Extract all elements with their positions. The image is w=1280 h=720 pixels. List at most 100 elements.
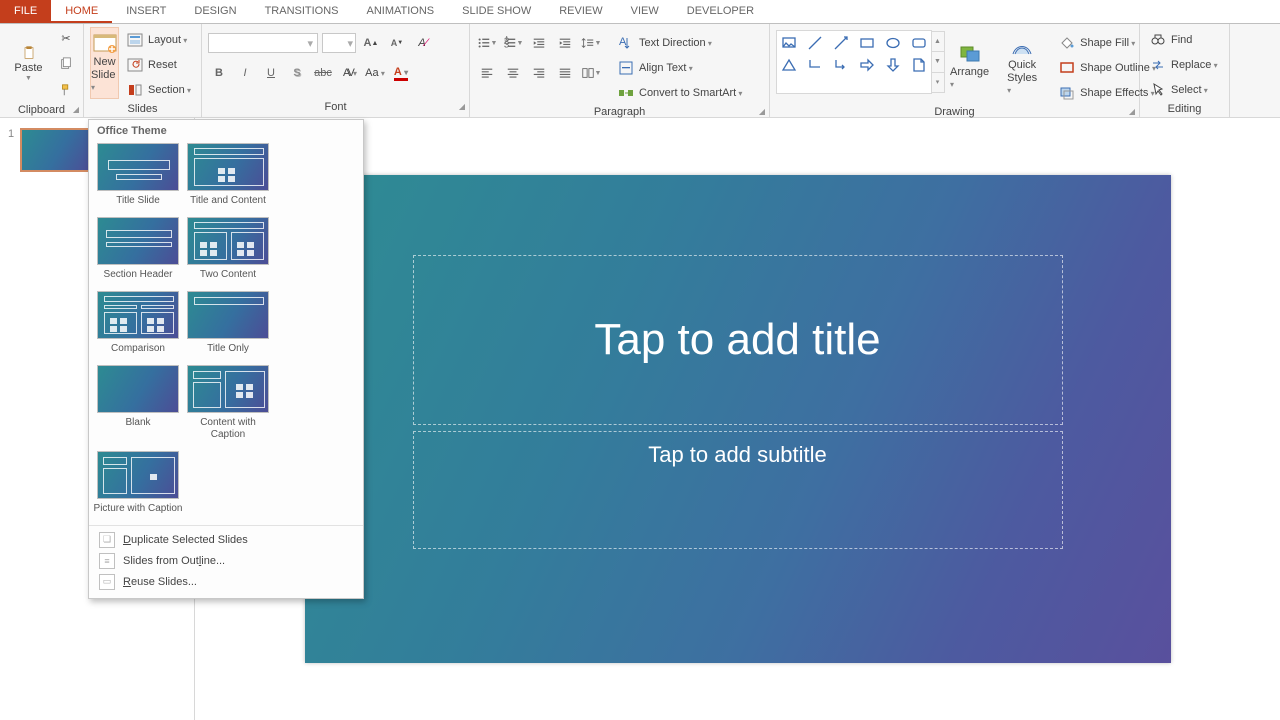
pen-icon: [1059, 60, 1075, 76]
decrease-font-button[interactable]: A▼: [386, 32, 408, 54]
title-placeholder[interactable]: Tap to add title: [413, 255, 1063, 425]
new-slide-button[interactable]: New Slide: [90, 27, 119, 99]
shape-rect-icon[interactable]: [859, 35, 875, 51]
paste-label: Paste: [14, 62, 42, 74]
layout-section-header[interactable]: Section Header: [93, 217, 183, 281]
reset-button[interactable]: Reset: [123, 54, 195, 75]
layout-title-only[interactable]: Title Only: [183, 291, 273, 355]
select-button[interactable]: Select: [1146, 79, 1222, 100]
tab-design[interactable]: DESIGN: [180, 0, 250, 23]
drawing-group-label: Drawing◢: [770, 106, 1139, 118]
reuse-slides-item[interactable]: ▭Reuse Slides...: [89, 571, 363, 592]
bullets-button[interactable]: ▼: [476, 32, 498, 54]
shapes-scroll[interactable]: ▲▼▾: [931, 31, 945, 93]
subtitle-placeholder[interactable]: Tap to add subtitle: [413, 431, 1063, 549]
layout-two-content[interactable]: Two Content: [183, 217, 273, 281]
copy-icon: [59, 57, 73, 71]
tab-view[interactable]: VIEW: [617, 0, 673, 23]
decrease-indent-button[interactable]: [528, 32, 550, 54]
paste-button[interactable]: Paste ▼: [6, 27, 51, 99]
increase-font-button[interactable]: A▲: [360, 32, 382, 54]
slide[interactable]: Tap to add title Tap to add subtitle: [305, 175, 1171, 663]
justify-button[interactable]: [554, 62, 576, 84]
quick-styles-button[interactable]: Quick Styles: [1007, 30, 1037, 102]
line-spacing-button[interactable]: ▼: [580, 32, 602, 54]
clipboard-launcher[interactable]: ◢: [73, 105, 79, 114]
new-slide-gallery: Office Theme Title Slide Title and Conte…: [88, 119, 364, 599]
font-size-combo[interactable]: ▾: [322, 33, 356, 53]
svg-text:3: 3: [503, 39, 508, 50]
section-icon: [127, 82, 143, 98]
text-direction-button[interactable]: AText Direction: [614, 32, 746, 53]
shape-roundrect-icon[interactable]: [911, 35, 927, 51]
tab-file[interactable]: FILE: [0, 0, 51, 23]
clear-formatting-button[interactable]: A⁄: [412, 32, 434, 54]
copy-button[interactable]: [55, 53, 77, 75]
format-painter-button[interactable]: [55, 79, 77, 101]
shape-arrowline-icon[interactable]: [833, 35, 849, 51]
layout-comparison[interactable]: Comparison: [93, 291, 183, 355]
tab-insert[interactable]: INSERT: [112, 0, 180, 23]
font-name-combo[interactable]: ▾: [208, 33, 318, 53]
tab-review[interactable]: REVIEW: [545, 0, 616, 23]
shape-line-icon[interactable]: [807, 35, 823, 51]
replace-button[interactable]: Replace: [1146, 54, 1222, 75]
tab-developer[interactable]: DEVELOPER: [673, 0, 768, 23]
align-text-button[interactable]: Align Text: [614, 57, 746, 78]
change-case-button[interactable]: Aa: [364, 62, 386, 84]
gallery-menu: ❏Duplicate Selected Slides ≡Slides from …: [89, 525, 363, 595]
section-button[interactable]: Section: [123, 79, 195, 100]
tab-slideshow[interactable]: SLIDE SHOW: [448, 0, 545, 23]
shape-elbow-arrow-icon[interactable]: [833, 57, 849, 73]
bold-button[interactable]: B: [208, 62, 230, 84]
align-left-button[interactable]: [476, 62, 498, 84]
duplicate-slides-item[interactable]: ❏Duplicate Selected Slides: [89, 529, 363, 550]
text-shadow-button[interactable]: S: [286, 62, 308, 84]
convert-smartart-button[interactable]: Convert to SmartArt: [614, 82, 746, 103]
brush-icon: [59, 83, 73, 97]
drawing-launcher[interactable]: ◢: [1129, 107, 1135, 116]
numbering-button[interactable]: 123▼: [502, 32, 524, 54]
thumbnail-preview: [20, 128, 92, 172]
scissors-icon: ✂: [61, 32, 70, 45]
char-spacing-button[interactable]: AV: [338, 62, 360, 84]
group-slides: New Slide Layout Reset Section Slides: [84, 24, 202, 117]
tab-home[interactable]: HOME: [51, 0, 112, 23]
paragraph-launcher[interactable]: ◢: [759, 107, 765, 116]
layout-picture-caption[interactable]: Picture with Caption: [93, 451, 183, 515]
shape-rectangle-icon[interactable]: [781, 35, 797, 51]
strikethrough-button[interactable]: abc: [312, 62, 334, 84]
align-right-button[interactable]: [528, 62, 550, 84]
shape-triangle-icon[interactable]: [781, 57, 797, 73]
align-center-button[interactable]: [502, 62, 524, 84]
layout-title-slide[interactable]: Title Slide: [93, 143, 183, 207]
cut-button[interactable]: ✂: [55, 27, 77, 49]
shape-elbow-icon[interactable]: [807, 57, 823, 73]
shape-arrow-down-icon[interactable]: [885, 57, 901, 73]
italic-button[interactable]: I: [234, 62, 256, 84]
cursor-icon: [1150, 82, 1166, 98]
shape-oval-icon[interactable]: [885, 35, 901, 51]
tab-animations[interactable]: ANIMATIONS: [353, 0, 449, 23]
find-button[interactable]: Find: [1146, 29, 1222, 50]
thumbnail-number: 1: [8, 128, 14, 172]
font-color-button[interactable]: A: [390, 62, 412, 84]
title-placeholder-text: Tap to add title: [594, 315, 880, 365]
columns-button[interactable]: ▼: [580, 62, 602, 84]
shape-document-icon[interactable]: [911, 57, 927, 73]
ribbon: Paste ▼ ✂ Clipboard◢ New Slide Layout Re…: [0, 24, 1280, 118]
slides-from-outline-item[interactable]: ≡Slides from Outline...: [89, 550, 363, 571]
layout-blank[interactable]: Blank: [93, 365, 183, 441]
tab-transitions[interactable]: TRANSITIONS: [251, 0, 353, 23]
layout-button[interactable]: Layout: [123, 29, 195, 50]
shape-arrow-right-icon[interactable]: [859, 57, 875, 73]
underline-button[interactable]: U: [260, 62, 282, 84]
layout-content-caption[interactable]: Content with Caption: [183, 365, 273, 441]
numbering-icon: 123: [503, 36, 517, 50]
layout-title-content[interactable]: Title and Content: [183, 143, 273, 207]
increase-indent-button[interactable]: [554, 32, 576, 54]
shapes-gallery[interactable]: ▲▼▾: [776, 30, 932, 94]
font-launcher[interactable]: ◢: [459, 102, 465, 111]
group-drawing: ▲▼▾ Arrange Quick Styles Shape Fill Shap…: [770, 24, 1140, 117]
arrange-button[interactable]: Arrange: [950, 30, 989, 102]
